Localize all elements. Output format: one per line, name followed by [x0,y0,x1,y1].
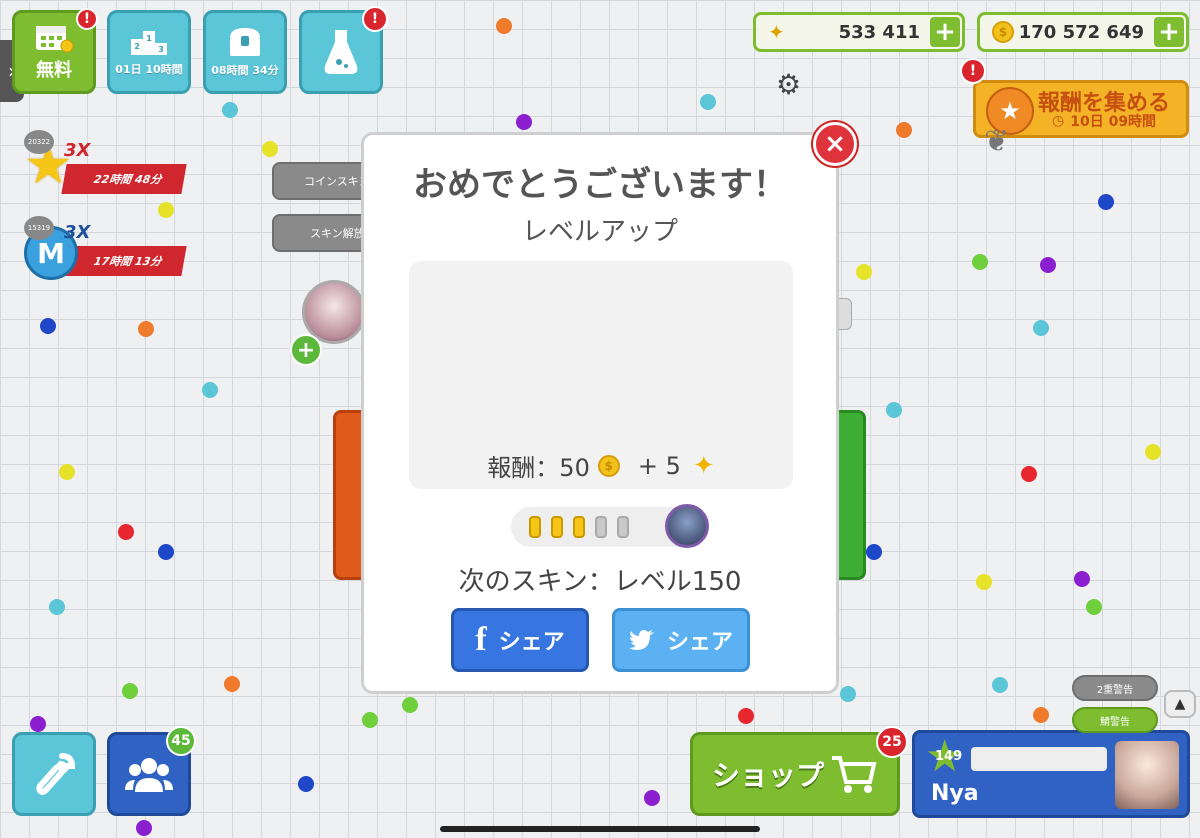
cart-icon [832,756,877,793]
chevron-up-icon[interactable]: ▲ [1164,690,1196,718]
lab-alert-badge: ! [362,6,388,32]
progress-pip [551,516,563,538]
gear-icon[interactable]: ⚙ [776,68,801,101]
dialog-subtitle: レベルアップ [521,217,678,247]
ranking-button[interactable]: 12 3 01日 10時間 [107,10,191,94]
player-name: Nya [931,781,979,806]
facebook-share-button[interactable]: f シェア [451,608,589,672]
coin-icon: $ [597,454,620,477]
chest-button[interactable]: 08時間 34分 [203,10,287,94]
reward-plus: + 5 [637,451,681,480]
dna-counter[interactable]: ✦ 533 411 + [753,12,965,52]
close-button[interactable]: × [813,122,857,166]
coin-value: 170 572 649 [1018,21,1144,43]
facebook-share-label: シェア [498,630,565,655]
ranking-timer: 01日 10時間 [115,63,183,76]
svg-text:2: 2 [134,42,140,51]
coin-skin-button[interactable]: コインスキン [272,162,372,200]
coin-icon: $ [992,21,1014,43]
boost-xp-multiplier: 3X [64,140,91,161]
home-indicator [440,826,760,832]
friends-badge: 45 [166,726,196,756]
chest-timer: 08時間 34分 [211,64,279,77]
boost-mass-count: 15319 [24,216,54,240]
reward-alert-badge: ! [960,58,986,84]
emblem-icon: ❦ [984,124,1010,159]
add-skin-button[interactable]: + [290,334,322,366]
progress-pip [617,516,629,538]
svg-text:1: 1 [146,34,152,43]
svg-text:3: 3 [158,45,164,54]
twitter-share-label: シェア [666,630,733,655]
clock-icon: ◷ [1052,113,1065,129]
shop-label: ショップ [711,759,824,792]
twitter-share-button[interactable]: シェア [612,608,750,672]
twitter-bird-icon [628,630,654,650]
boost-xp-timer: 22時間 48分 [61,164,187,194]
settings-tools-button[interactable] [12,732,96,816]
next-skin-thumbnail [665,504,709,548]
xp-bar [971,747,1107,771]
dna-add-button[interactable]: + [930,17,960,47]
server-warning-tag: 鯖警告 [1072,707,1158,733]
calendar-gift-icon [36,26,74,53]
shop-badge: 25 [876,726,908,758]
reward-label: 報酬：50 [487,454,590,482]
progress-pip [595,516,607,538]
progress-pip [529,516,541,538]
next-skin-label: 次のスキン：レベル150 [458,567,742,597]
boost-mass-timer: 17時間 13分 [61,246,187,276]
player-level: 149 [935,749,963,764]
coin-counter[interactable]: $ 170 572 649 + [977,12,1189,52]
boost-xp-count: 20322 [24,130,54,154]
reward-panel: 報酬：50 $ + 5 ✦ [409,261,793,489]
profile-panel[interactable]: ★ 149 Nya [912,730,1190,818]
potion-flask-icon [324,30,358,74]
profile-avatar [1115,741,1179,809]
level-up-dialog: おめでとうございます！ レベルアップ 報酬：50 $ + 5 ✦ 次のスキン：レ… [361,132,839,694]
facebook-icon: f [475,621,487,658]
dna-icon: ✦ [692,450,715,481]
wrench-icon [36,753,76,796]
collect-reward-timer: 10日 09時間 [1070,114,1157,130]
boost-mass-multiplier: 3X [64,222,91,243]
podium-icon: 12 3 [131,31,167,55]
coin-add-button[interactable]: + [1154,17,1184,47]
free-label: 無料 [36,60,72,81]
progress-pip [573,516,585,538]
skin-progress-bar [511,504,709,548]
free-alert-badge: ! [76,8,98,30]
treasure-chest-icon [230,28,260,56]
dialog-title: おめでとうございます！ [413,165,787,205]
double-warning-tag: 2重警告 [1072,675,1158,701]
shop-button[interactable]: ショップ [690,732,900,816]
dna-value: 533 411 [838,21,920,43]
dna-icon: ✦ [768,20,785,44]
skin-unlock-button[interactable]: スキン解放 [272,214,372,252]
friends-icon [125,758,173,792]
